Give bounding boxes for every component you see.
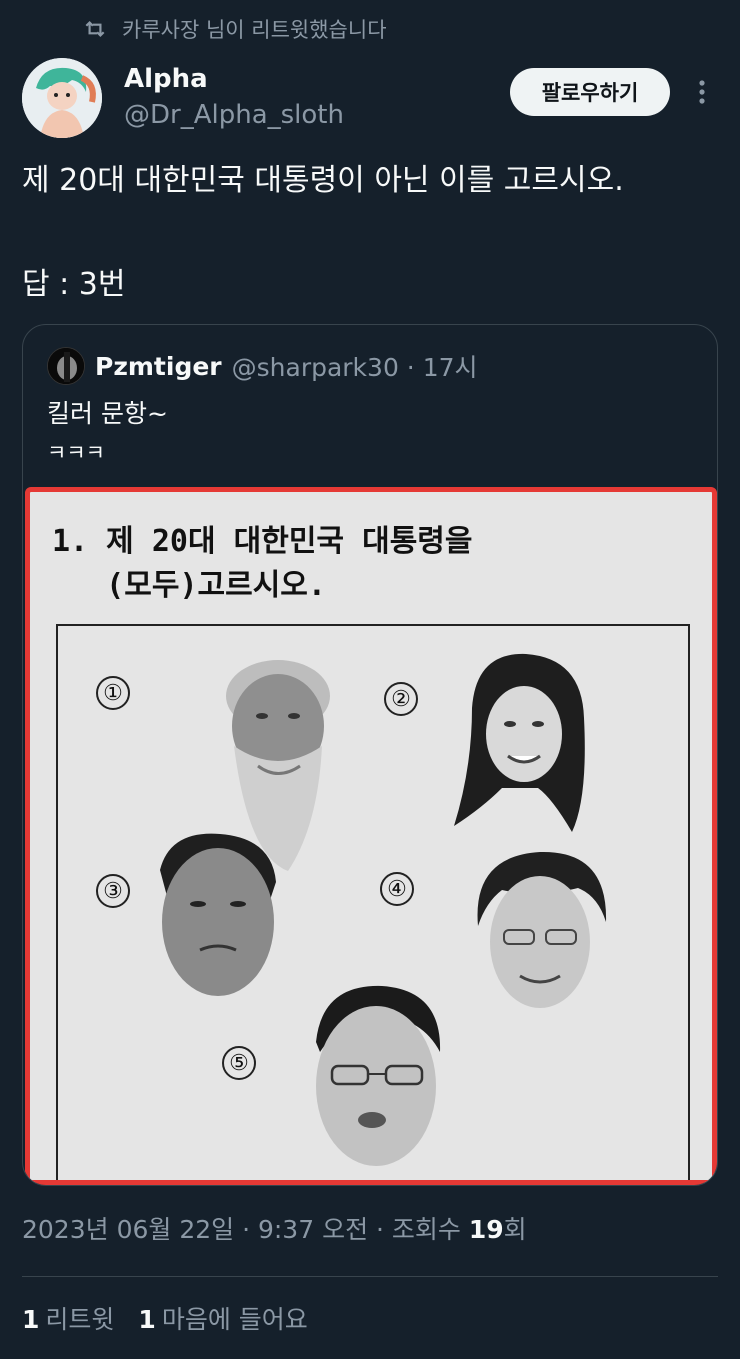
choice-2-marker: ② [384, 682, 418, 716]
exam-question-line1: 1. 제 20대 대한민국 대통령을 [52, 524, 473, 559]
choice-1-marker: ① [96, 676, 130, 710]
more-options-icon[interactable] [690, 74, 714, 110]
face-3-portrait [160, 833, 276, 996]
quote-subtext: ㅋㅋㅋ [47, 441, 105, 465]
like-count: 1 [138, 1305, 156, 1334]
quote-author-meta: @sharpark30 · 17시 [231, 353, 478, 382]
view-count-suffix: 회 [503, 1215, 527, 1244]
tweet-timestamp[interactable]: 2023년 06월 22일 · 9:37 오전 · 조회수 19회 [22, 1210, 527, 1246]
avatar[interactable] [22, 58, 102, 138]
choice-4-marker: ④ [380, 872, 414, 906]
view-count: 19 [468, 1215, 504, 1244]
quoted-tweet[interactable]: Pzmtiger @sharpark30 · 17시 킬러 문항~ ㅋㅋㅋ 1.… [22, 324, 718, 1186]
exam-answer-box: ① ② ③ ④ ⑤ [56, 624, 690, 1180]
exam-question: 1. 제 20대 대한민국 대통령을 (모두)고르시오. [52, 520, 473, 608]
exam-question-line2: (모두)고르시오. [52, 568, 326, 603]
retweet-count-label: 리트윗 [45, 1305, 115, 1334]
retweet-count-link[interactable]: 1 리트윗 [22, 1300, 114, 1336]
timestamp-date: 2023년 06월 22일 · 9:37 오전 · 조회수 [22, 1215, 469, 1244]
follow-button[interactable]: 팔로우하기 [510, 68, 670, 116]
retweet-context-text: 카루사장 님이 리트윗했습니다 [122, 18, 387, 42]
retweet-count: 1 [22, 1305, 40, 1334]
retweet-icon [85, 20, 105, 38]
tweet-header: Alpha @Dr_Alpha_sloth 팔로우하기 [22, 58, 722, 142]
quote-avatar[interactable] [47, 347, 85, 385]
engagement-stats: 1 리트윗 1 마음에 들어요 [22, 1300, 308, 1336]
face-4-portrait [477, 851, 607, 1008]
tweet-text: 제 20대 대한민국 대통령이 아닌 이를 고르시오. [22, 163, 624, 198]
quote-header: Pzmtiger @sharpark30 · 17시 [47, 347, 478, 385]
choice-3-marker: ③ [96, 874, 130, 908]
quote-text: 킬러 문항~ [47, 399, 168, 428]
like-count-link[interactable]: 1 마음에 들어요 [138, 1300, 307, 1336]
face-5-portrait [316, 985, 441, 1166]
quote-media-image[interactable]: 1. 제 20대 대한민국 대통령을 (모두)고르시오. ① ② ③ ④ ⑤ [25, 487, 717, 1185]
author-handle[interactable]: @Dr_Alpha_sloth [124, 100, 344, 130]
choice-5-marker: ⑤ [222, 1046, 256, 1080]
quote-author-name[interactable]: Pzmtiger [95, 352, 222, 381]
face-2-portrait [454, 653, 585, 832]
author-name[interactable]: Alpha [124, 64, 208, 94]
like-count-label: 마음에 들어요 [161, 1305, 308, 1334]
divider [22, 1276, 718, 1277]
retweet-context[interactable]: 카루사장 님이 리트윗했습니다 [82, 14, 387, 44]
tweet-answer: 답 : 3번 [22, 267, 126, 302]
